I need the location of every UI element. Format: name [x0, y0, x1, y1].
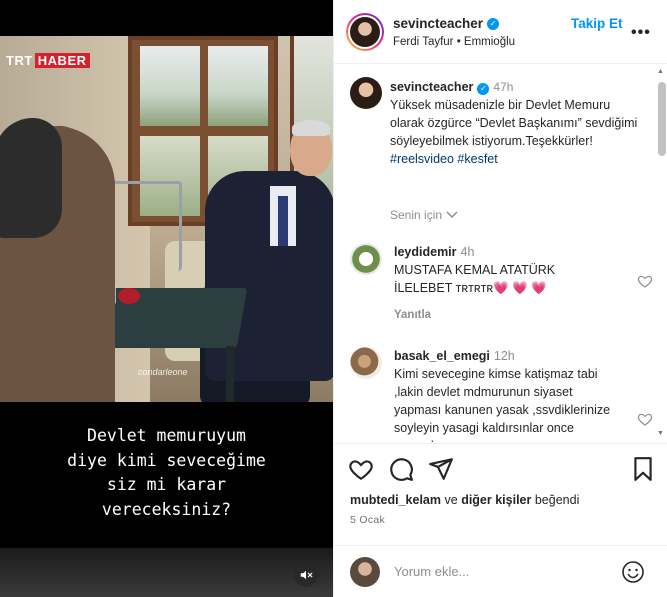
comment-bubble-icon[interactable]: [388, 456, 414, 482]
hashtag-link[interactable]: #reelsvideo: [390, 152, 454, 166]
save-bookmark-icon[interactable]: [630, 456, 656, 482]
commenter-username[interactable]: leydidemir: [394, 245, 457, 259]
author-username-row[interactable]: sevincteacher ✓: [393, 16, 500, 31]
reply-button[interactable]: Yanıtla: [394, 309, 431, 321]
see-translation-button[interactable]: Senin için: [390, 208, 458, 222]
share-paper-plane-icon[interactable]: [428, 456, 454, 482]
comment-input[interactable]: [394, 560, 604, 582]
comment-text: Kimi sevecegine kimse katişmaz tabi ,lak…: [394, 367, 611, 442]
author-username[interactable]: sevincteacher: [393, 16, 483, 31]
video-frame: condarleone: [0, 36, 333, 402]
caption-username[interactable]: sevincteacher: [390, 80, 473, 94]
caption-avatar[interactable]: [350, 77, 382, 109]
current-user-avatar: [350, 557, 380, 587]
commenter-avatar[interactable]: [350, 347, 382, 379]
heart-outline-icon[interactable]: [637, 411, 653, 427]
video-subtitle: Devlet memuruyum diye kimi seveceğime si…: [67, 426, 266, 519]
comments-scroll-area[interactable]: sevincteacher ✓ 47h Yüksek müsadenizle bir…: [334, 65, 667, 442]
likes-summary: mubtedi_kelam ve diğer kişiler beğendi: [350, 493, 580, 507]
verified-badge-icon: ✓: [487, 17, 500, 30]
comment-text: MUSTAFA KEMAL ATATÜRK İLELEBET ᴛʀᴛʀᴛʀ💗 💗…: [394, 263, 556, 295]
action-bar: [334, 443, 667, 487]
scroll-up-arrow-icon[interactable]: ▲: [657, 68, 664, 75]
reel-video[interactable]: condarleone TRT HABER Devlet memuruyum d…: [0, 0, 333, 597]
caption-time: 47h: [493, 80, 514, 94]
caption: sevincteacher ✓ 47h Yüksek müsadenizle bir…: [390, 78, 640, 168]
scroll-thumb[interactable]: [658, 82, 666, 156]
comment-time: 4h: [460, 245, 475, 259]
emoji-icon[interactable]: [621, 560, 645, 584]
audio-attribution[interactable]: Ferdi Tayfur • Emmioğlu: [393, 36, 515, 48]
post-panel: sevincteacher ✓ Ferdi Tayfur • Emmioğlu …: [333, 0, 667, 597]
verified-badge-icon: ✓: [477, 83, 490, 95]
heart-outline-icon[interactable]: [637, 273, 653, 289]
post-header: sevincteacher ✓ Ferdi Tayfur • Emmioğlu …: [334, 0, 667, 64]
video-watermark: condarleone: [138, 367, 188, 377]
scroll-down-arrow-icon[interactable]: ▼: [657, 430, 664, 437]
hashtag-link[interactable]: #kesfet: [457, 152, 497, 166]
other-likers-link[interactable]: diğer kişiler: [461, 493, 531, 507]
author-avatar[interactable]: [346, 13, 384, 51]
post-date[interactable]: 5 Ocak: [350, 514, 385, 526]
seated-man: [205, 171, 333, 381]
commenter-username[interactable]: basak_el_emegi: [394, 349, 490, 363]
chevron-down-icon: [446, 211, 458, 219]
comment-time: 12h: [493, 349, 515, 363]
more-options-icon[interactable]: •••: [631, 24, 651, 42]
comments-scrollbar[interactable]: ▲ ▼: [656, 68, 666, 440]
trt-haber-logo: TRT HABER: [4, 52, 90, 68]
speaker-muted-icon: [300, 570, 313, 580]
follow-button[interactable]: Takip Et: [571, 16, 623, 31]
like-heart-icon[interactable]: [348, 456, 374, 482]
caption-text: Yüksek müsadenizle bir Devlet Memuru ola…: [390, 98, 638, 148]
mute-button[interactable]: [294, 563, 318, 587]
comment-composer: [334, 545, 667, 597]
commenter-avatar[interactable]: [350, 243, 382, 275]
liker-username[interactable]: mubtedi_kelam: [350, 493, 441, 507]
